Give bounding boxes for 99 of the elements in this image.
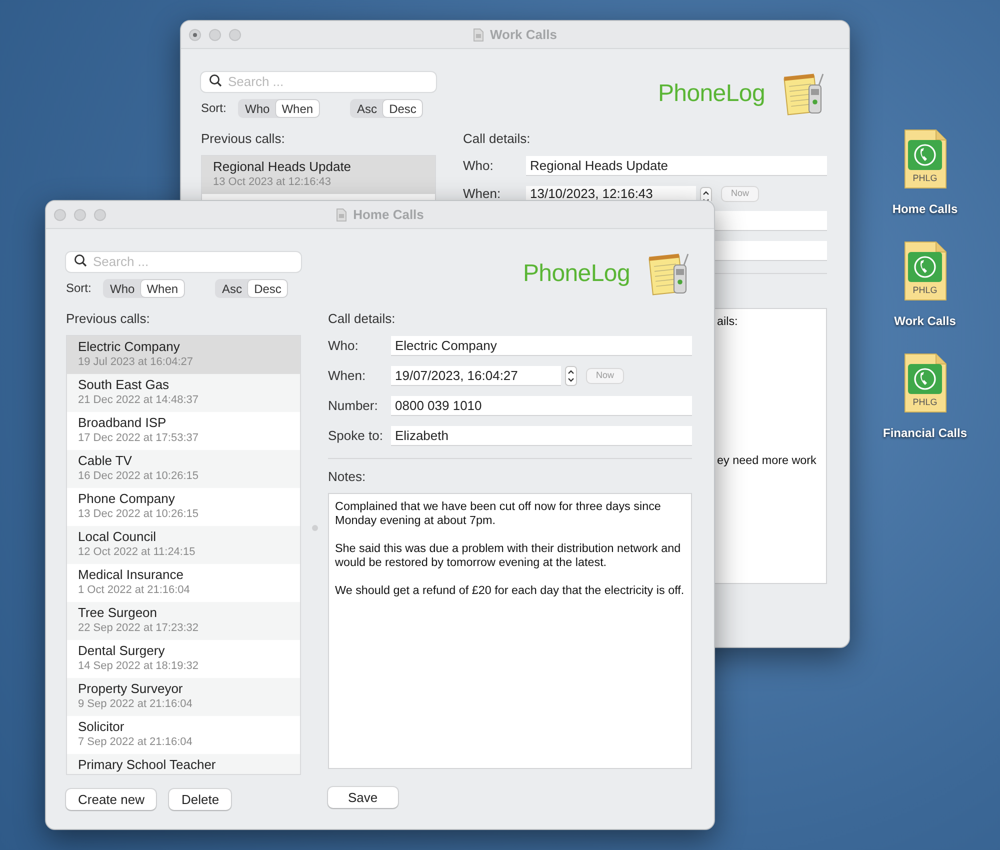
field-label: When: (463, 186, 502, 201)
file-label[interactable]: Home Calls (892, 200, 958, 218)
close-button[interactable] (189, 29, 201, 41)
sort-segment[interactable]: Asc (216, 280, 248, 296)
app-logo-text: PhoneLog (522, 259, 630, 289)
call-list-item[interactable]: Property Surveyor 9 Sep 2022 at 21:16:04 (67, 678, 300, 716)
call-date: 17 Dec 2022 at 17:53:37 (78, 431, 200, 445)
call-date: 1 Oct 2022 at 21:16:04 (78, 583, 191, 597)
action-button[interactable]: Create new (66, 789, 156, 810)
sort-segment[interactable]: When (276, 100, 320, 116)
date-time-field[interactable]: 13/10/2023, 12:16:43 (526, 186, 696, 201)
sort-segment[interactable]: Who (104, 280, 141, 296)
search-field[interactable]: Search ... (66, 252, 301, 272)
search-icon (209, 74, 222, 87)
sort-label: Sort: (66, 280, 92, 297)
call-name: Tree Surgeon (78, 605, 158, 621)
file-type-label: PHLG (912, 172, 938, 185)
sort-segment[interactable]: Who (239, 100, 276, 116)
minimize-button[interactable] (209, 29, 221, 41)
splitter-handle[interactable] (312, 525, 318, 531)
sort-segment[interactable]: Asc (351, 100, 384, 116)
call-date: 21 Dec 2022 at 14:48:37 (78, 393, 200, 407)
call-list-item[interactable]: Local Council 12 Oct 2022 at 11:24:15 (67, 526, 300, 564)
call-name: South East Gas (78, 377, 170, 393)
sort-label: Sort: (201, 100, 228, 117)
call-list-item[interactable]: Regional Heads Update 13 Oct 2023 at 12:16:43 (202, 156, 435, 194)
call-name: Broadband ISP (78, 415, 168, 431)
field-label: Number: (328, 397, 379, 416)
document-icon (473, 28, 484, 42)
notes-box[interactable]: ails: ey need more work (714, 308, 827, 584)
notes-paragraph: Complained that we have been cut off now for three days since Monday evening at about 7pm. (335, 500, 662, 528)
field-label: Spoke to: (328, 427, 384, 446)
call-date: 13 Oct 2023 at 12:16:43 (213, 175, 332, 189)
notes-box[interactable] (328, 493, 692, 769)
call-name: Electric Company (78, 339, 181, 355)
sort-segment[interactable]: Desc (383, 100, 422, 116)
document-file-icon[interactable]: PHLG (902, 240, 948, 302)
text-field[interactable]: Regional Heads Update (526, 156, 827, 176)
call-list-item[interactable]: South East Gas 21 Dec 2022 at 14:48:37 (67, 374, 300, 412)
call-date: 16 Dec 2022 at 10:26:15 (78, 469, 200, 483)
call-name: Dental Surgery (78, 643, 166, 659)
zoom-button[interactable] (94, 209, 106, 221)
app-logo-text: PhoneLog (658, 79, 765, 109)
call-date: 7 Sep 2022 at 21:16:04 (78, 735, 194, 749)
save-button[interactable]: Save (328, 787, 398, 808)
call-name: Primary School Teacher (78, 757, 217, 773)
search-field[interactable]: Search ... (201, 72, 436, 92)
section-heading: Previous calls: (201, 131, 286, 147)
window-title: Home Calls (353, 206, 424, 224)
sort-segment[interactable]: When (140, 280, 184, 296)
field-label: Who: (463, 157, 494, 176)
call-date: 13 Dec 2022 at 10:26:15 (78, 507, 200, 521)
field-label: Who: (328, 337, 360, 356)
section-heading: Call details: (328, 311, 396, 327)
field-label: When: (328, 367, 367, 386)
zoom-button[interactable] (229, 29, 241, 41)
stepper-icon[interactable] (700, 186, 712, 201)
file-type-label: PHLG (912, 396, 938, 409)
call-name: Cable TV (78, 453, 133, 469)
document-file-icon[interactable]: PHLG (902, 352, 948, 414)
date-time-field[interactable]: 19/07/2023, 16:04:27 (391, 366, 561, 386)
section-heading: Previous calls: (66, 311, 151, 327)
document-file-icon[interactable]: PHLG (902, 128, 948, 190)
call-list-item[interactable]: Tree Surgeon 22 Sep 2022 at 17:23:32 (67, 602, 300, 640)
notes-paragraph: She said this was due a problem with their distribution network and would be restored by tomorrow evening at the latest. (335, 542, 682, 570)
document-icon (336, 208, 348, 222)
notes-text: ails: (717, 315, 739, 329)
notes-text: ey need more work (717, 454, 818, 468)
stepper-icon[interactable] (565, 366, 577, 386)
sort-segment[interactable]: Desc (248, 280, 288, 296)
call-name: Property Surveyor (78, 681, 184, 697)
call-name: Medical Insurance (78, 567, 184, 583)
text-field[interactable]: Elizabeth (391, 426, 692, 446)
action-button[interactable]: Delete (169, 789, 232, 810)
minimize-button[interactable] (74, 209, 86, 221)
text-field[interactable]: 0800 039 1010 (391, 396, 692, 416)
call-date: 22 Sep 2022 at 17:23:32 (78, 621, 200, 635)
call-name: Solicitor (78, 719, 126, 735)
call-date: 12 Oct 2022 at 11:24:15 (78, 545, 196, 559)
section-heading: Notes: (328, 469, 367, 485)
window-title: Work Calls (490, 26, 557, 44)
call-list-item[interactable]: Cable TV 16 Dec 2022 at 10:26:15 (67, 450, 300, 488)
call-date: 19 Jul 2023 at 16:04:27 (78, 355, 194, 369)
section-heading: Call details: (463, 131, 532, 147)
call-name: Local Council (78, 529, 158, 545)
notes-paragraph: We should get a refund of £20 for each day that the electricity is off. (335, 584, 685, 598)
call-date: 14 Sep 2022 at 18:19:32 (78, 659, 200, 673)
text-field[interactable] (715, 211, 827, 231)
search-icon (74, 254, 87, 267)
call-list-item[interactable]: Primary School Teacher (67, 754, 300, 774)
file-type-label: PHLG (912, 284, 938, 297)
call-name: Regional Heads Update (213, 159, 352, 175)
text-field[interactable] (715, 241, 827, 261)
file-label[interactable]: Work Calls (894, 312, 956, 330)
file-label[interactable]: Financial Calls (882, 424, 968, 442)
text-field[interactable]: Electric Company (391, 336, 692, 356)
call-name: Phone Company (78, 491, 176, 507)
call-list-item[interactable]: Electric Company 19 Jul 2023 at 16:04:27 (67, 336, 300, 374)
call-date: 9 Sep 2022 at 21:16:04 (78, 697, 194, 711)
